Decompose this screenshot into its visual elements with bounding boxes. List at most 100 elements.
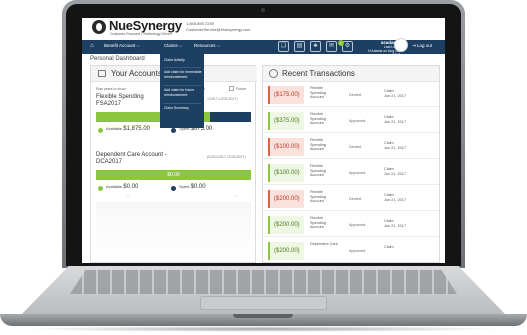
chevron-down-icon[interactable]: ⌵ (234, 193, 238, 199)
chat-icon[interactable]: ❑ (278, 41, 289, 52)
laptop-mockup: NueSynergy Customer-Focused • Technology… (0, 0, 527, 335)
menu-item-add-claim-future[interactable]: Add claim for future reimbursement (164, 88, 202, 97)
transaction-account: Flexible Spending Account (310, 216, 327, 229)
account-date-range: 1/2017-12/31/2017) (207, 97, 238, 101)
transaction-date: Jun 21, 2017 (384, 172, 406, 176)
card-icon[interactable]: ▤ (294, 41, 305, 52)
trackpad (200, 296, 327, 310)
balance-bar-amount: $0.00 (167, 172, 180, 178)
transaction-status: Approved (349, 171, 366, 175)
transaction-type: Claim Jun 21, 2017 (384, 167, 406, 177)
brand-header: NueSynergy Customer-Focused • Technology… (82, 18, 445, 40)
transactions-card: Recent Transactions ($175.00) Flexible Sp… (262, 65, 440, 263)
brand-tagline: Customer-Focused • Technology Driven (110, 32, 172, 36)
transaction-type: Claim Jun 21, 2017 (384, 193, 406, 203)
camera-icon (261, 8, 265, 12)
menu-divider (163, 103, 201, 104)
available-dot-icon (98, 128, 103, 133)
transaction-amount: ($100.00) (268, 138, 304, 156)
transaction-type: Claim Jun 21, 2017 (384, 141, 406, 151)
home-icon[interactable]: ⌂ (90, 43, 97, 50)
keyboard (70, 270, 457, 294)
transaction-amount: ($100.00) (268, 164, 304, 182)
transaction-account: Flexible Spending Account (310, 112, 327, 125)
transaction-row[interactable]: ($100.00) Flexible Spending Account Approv… (263, 161, 439, 185)
transaction-status: Denied (349, 93, 362, 97)
menu-divider (163, 85, 201, 86)
available-legend: Available $1,875.00 (106, 126, 150, 132)
transaction-account: Flexible Spending Account (310, 164, 327, 177)
transaction-row[interactable]: ($375.00) Flexible Spending Account Approv… (263, 109, 439, 133)
available-amount: $1,875.00 (123, 126, 150, 132)
available-label: Available (106, 126, 123, 131)
logout-label: Log out (417, 43, 433, 48)
spent-dot-icon (171, 128, 176, 133)
user-avatar[interactable] (394, 38, 408, 52)
transaction-account: Flexible Spending Account (310, 138, 327, 151)
transaction-amount: ($200.00) (268, 190, 304, 208)
page-title: Personal Dashboard (90, 56, 145, 62)
transactions-card-header: Recent Transactions (263, 66, 439, 82)
transaction-date: Jun 21, 2017 (384, 120, 406, 124)
logout-link[interactable]: ⇥ Log out (412, 43, 432, 49)
transaction-account: Flexible Spending Account (310, 86, 327, 99)
transaction-amount: ($375.00) (268, 112, 304, 130)
account-name-line2: FSA2017 (96, 101, 122, 107)
claims-dropdown-menu: Claim Activity Add claim for immediate r… (160, 54, 204, 128)
transaction-row[interactable]: ($200.00) Flexible Spending Account Denied… (263, 187, 439, 211)
future-label: Future (236, 87, 247, 91)
transaction-row[interactable]: ($200.00) Dependent Care Approved Claim (263, 239, 439, 262)
menu-item-claim-summary[interactable]: Claim Summary (164, 106, 202, 111)
piggy-bank-icon[interactable]: ♣ (310, 41, 321, 52)
transaction-type: Claim Jun 21, 2017 (384, 219, 406, 229)
spent-amount: $0.00 (190, 184, 206, 190)
transaction-row[interactable]: ($200.00) Flexible Spending Account Approv… (263, 213, 439, 237)
menu-item-add-claim-immediate[interactable]: Add claim for immediate reimbursement (164, 70, 202, 79)
available-dot-icon (98, 186, 103, 191)
transaction-amount: ($200.00) (268, 216, 304, 234)
transaction-status: Denied (349, 145, 362, 149)
account-name-line2: DCA2017 (96, 159, 123, 165)
available-amount: $0.00 (123, 184, 139, 190)
chevron-down-icon[interactable]: ⌵ (126, 193, 130, 199)
main-navbar: ⌂ Benefit Account ⌵ Claims ⌵ Resources ⌵… (82, 38, 445, 57)
laptop-shadow (20, 326, 507, 332)
briefcase-icon (98, 70, 106, 77)
future-checkbox[interactable] (229, 86, 234, 91)
nav-resources[interactable]: Resources ⌵ (194, 43, 220, 48)
notification-badge: 1 (338, 40, 344, 46)
transaction-type: Claim Jun 21, 2017 (384, 89, 406, 99)
transaction-status: Denied (349, 197, 362, 201)
transaction-date: Jun 21, 2017 (384, 198, 406, 202)
transaction-amount: ($200.00) (268, 242, 304, 260)
contact-info: 1.855.890.7239 CustomerService@Nuesynerg… (186, 21, 250, 33)
transaction-row[interactable]: ($100.00) Flexible Spending Account Denied… (263, 135, 439, 159)
laptop-notch (233, 314, 293, 318)
messages-icon[interactable]: ✉ (326, 41, 337, 52)
spent-dot-icon (171, 186, 176, 191)
transaction-date: Jun 21, 2017 (384, 94, 406, 98)
transaction-type: Claim Jun 21, 2017 (384, 115, 406, 125)
transaction-status: Approved (349, 223, 366, 227)
spent-legend: Spent $0.00 (179, 184, 206, 190)
transaction-status: Approved (349, 249, 366, 253)
transaction-account: Dependent Care (310, 242, 338, 246)
email-address[interactable]: CustomerService@Nuesynergy.com (186, 27, 250, 33)
plan-years-label: Plan years to show: (96, 87, 127, 91)
account-name-dca[interactable]: Dependent Care Account - DCA2017 (96, 152, 196, 166)
transaction-date: Jun 21, 2017 (384, 146, 406, 150)
nav-claims[interactable]: Claims ⌵ (164, 43, 182, 48)
account-card-placeholder (96, 202, 251, 262)
nav-benefit-account[interactable]: Benefit Account ⌵ (104, 43, 140, 48)
transaction-type-label: Claim (384, 245, 394, 249)
transactions-title: Recent Transactions (282, 69, 355, 78)
available-label: Available (106, 184, 123, 189)
menu-divider (163, 67, 201, 68)
transactions-icon (269, 69, 278, 78)
menu-item-claim-activity[interactable]: Claim Activity (164, 58, 202, 63)
account-name-fsa[interactable]: Flexible Spending FSA2017 (96, 94, 144, 108)
brand-name[interactable]: NueSynergy (109, 18, 182, 33)
account-name-line1: Dependent Care Account - (96, 152, 167, 158)
transaction-row[interactable]: ($175.00) Flexible Spending Account Denied… (263, 83, 439, 107)
available-legend: Available $0.00 (106, 184, 138, 190)
